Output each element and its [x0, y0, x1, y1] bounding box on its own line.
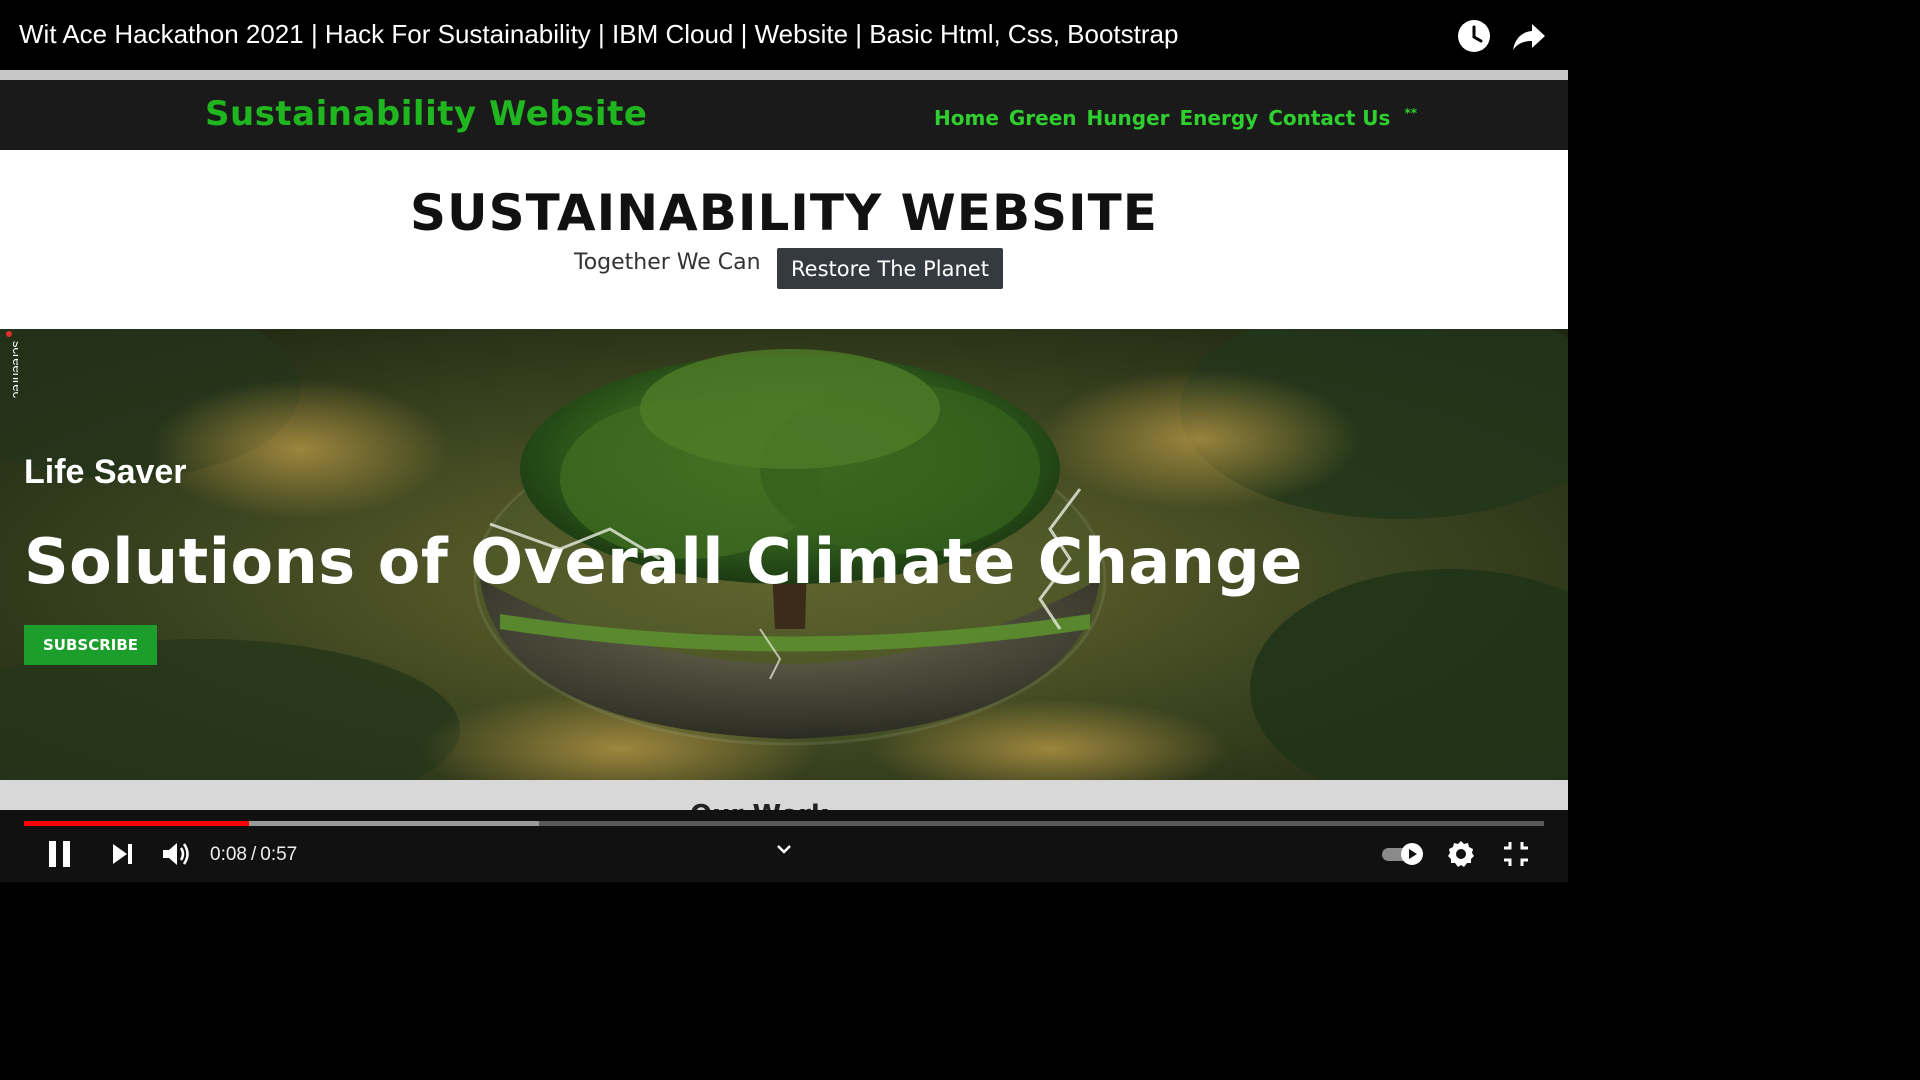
- next-section-peek: Our Work: [0, 780, 1568, 810]
- banner-heading: Solutions of Overall Climate Change: [24, 525, 1303, 598]
- progress-played: [24, 821, 249, 826]
- volume-icon[interactable]: [160, 838, 192, 870]
- nav-home[interactable]: Home: [934, 106, 999, 130]
- pause-icon[interactable]: [44, 838, 76, 870]
- next-section-heading: Our Work: [690, 800, 828, 810]
- progress-bar[interactable]: [24, 821, 1544, 826]
- restore-planet-button[interactable]: Restore The Planet: [777, 248, 1003, 289]
- player-controls: 0:08/0:57: [0, 810, 1568, 882]
- video-frame[interactable]: Sustainability Website Home Green Hunger…: [0, 70, 1568, 810]
- site-navbar: Sustainability Website Home Green Hunger…: [0, 80, 1568, 150]
- duration: 0:57: [260, 844, 298, 865]
- screenrec-watermark: screenrec: [6, 331, 18, 399]
- hero-banner: Life Saver Solutions of Overall Climate …: [0, 329, 1568, 780]
- nav-hunger[interactable]: Hunger: [1087, 106, 1170, 130]
- site-brand[interactable]: Sustainability Website: [205, 94, 647, 134]
- site-nav-links: Home Green Hunger Energy Contact Us **: [934, 106, 1417, 130]
- chevron-down-icon[interactable]: [770, 840, 798, 860]
- subscribe-button[interactable]: SUBSCRIBE: [24, 625, 157, 665]
- time-display: 0:08/0:57: [210, 844, 297, 866]
- hero-tagline: Together We Can: [574, 250, 761, 275]
- exit-fullscreen-icon[interactable]: [1500, 838, 1532, 870]
- video-title[interactable]: Wit Ace Hackathon 2021 | Hack For Sustai…: [19, 19, 1178, 50]
- svg-text:screenrec: screenrec: [10, 341, 18, 399]
- video-title-bar: Wit Ace Hackathon 2021 | Hack For Sustai…: [0, 0, 1568, 70]
- settings-icon[interactable]: [1445, 838, 1477, 870]
- top-divider: [0, 70, 1568, 80]
- nav-energy[interactable]: Energy: [1180, 106, 1259, 130]
- time-separator: /: [250, 844, 257, 865]
- next-icon[interactable]: [107, 838, 139, 870]
- share-icon[interactable]: [1511, 18, 1547, 54]
- current-time: 0:08: [210, 844, 247, 865]
- nav-green[interactable]: Green: [1009, 106, 1077, 130]
- nav-toggle-icon[interactable]: **: [1404, 106, 1417, 130]
- hero-header: SUSTAINABILITY WEBSITE Together We Can R…: [0, 150, 1568, 330]
- watch-later-icon[interactable]: [1456, 18, 1492, 54]
- banner-kicker: Life Saver: [24, 453, 187, 491]
- autoplay-toggle-icon[interactable]: [1380, 838, 1426, 870]
- hero-title: SUSTAINABILITY WEBSITE: [410, 184, 1158, 242]
- nav-contact-us[interactable]: Contact Us: [1268, 106, 1390, 130]
